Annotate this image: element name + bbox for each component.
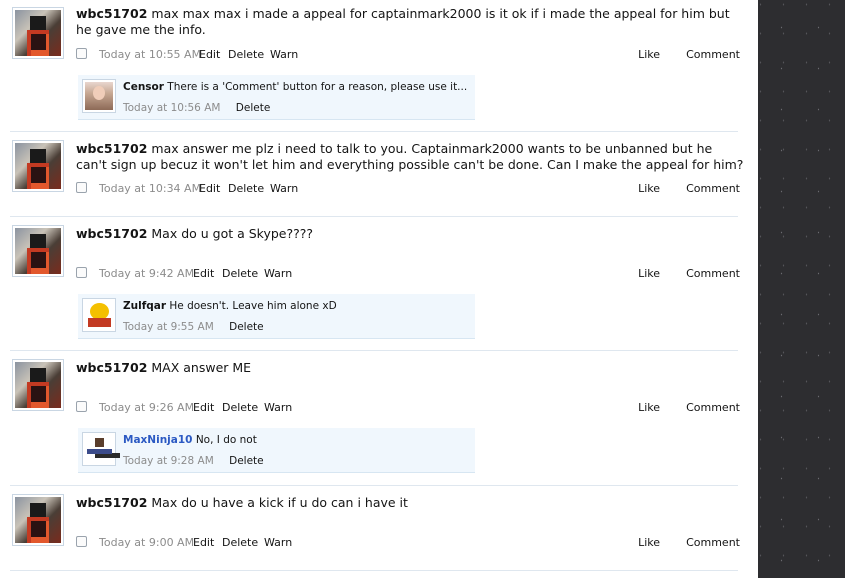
avatar[interactable]	[82, 298, 116, 332]
edit-link[interactable]: Edit	[193, 401, 214, 414]
warn-link[interactable]: Warn	[264, 267, 292, 280]
edit-link[interactable]: Edit	[193, 267, 214, 280]
profile-post-feed: wbc51702 max max max i made a appeal for…	[0, 0, 758, 578]
edit-link[interactable]: Edit	[199, 182, 220, 195]
post-text: Max do u got a Skype????	[151, 226, 314, 241]
reply-content: Censor There is a 'Comment' button for a…	[123, 81, 467, 94]
avatar[interactable]	[82, 432, 116, 466]
post-timestamp[interactable]: Today at 10:55 AM	[99, 48, 201, 61]
post-message: wbc51702 max max max i made a appeal for…	[76, 6, 744, 38]
avatar[interactable]	[12, 7, 64, 59]
post-username[interactable]: wbc51702	[76, 495, 147, 510]
post-message: wbc51702 Max do u have a kick if u do ca…	[76, 495, 744, 511]
edit-link[interactable]: Edit	[199, 48, 220, 61]
profile-post: wbc51702 max answer me plz i need to tal…	[0, 133, 758, 217]
select-checkbox[interactable]	[76, 401, 87, 412]
profile-post: wbc51702 max max max i made a appeal for…	[0, 0, 758, 132]
reply-timestamp[interactable]: Today at 9:28 AM	[123, 455, 214, 467]
post-message: wbc51702 Max do u got a Skype????	[76, 226, 744, 242]
post-meta: Today at 10:55 AM Edit Delete Warn Like …	[76, 47, 740, 63]
reply-timestamp[interactable]: Today at 10:56 AM	[123, 102, 220, 114]
post-text: max answer me plz i need to talk to you.…	[76, 141, 744, 172]
select-checkbox[interactable]	[76, 267, 87, 278]
post-timestamp[interactable]: Today at 9:42 AM	[99, 267, 194, 280]
reply-delete-link[interactable]: Delete	[236, 102, 271, 114]
avatar[interactable]	[12, 140, 64, 192]
post-username[interactable]: wbc51702	[76, 6, 147, 21]
post-text: MAX answer ME	[151, 360, 252, 375]
like-link[interactable]: Like	[638, 536, 660, 549]
post-meta: Today at 9:26 AM Edit Delete Warn Like C…	[76, 400, 740, 416]
avatar[interactable]	[12, 225, 64, 277]
post-timestamp[interactable]: Today at 9:26 AM	[99, 401, 194, 414]
delete-link[interactable]: Delete	[222, 536, 258, 549]
select-checkbox[interactable]	[76, 182, 87, 193]
post-meta: Today at 9:00 AM Edit Delete Warn Like C…	[76, 535, 740, 551]
comment-reply: Zulfqar He doesn't. Leave him alone xD T…	[78, 294, 475, 339]
avatar[interactable]	[12, 359, 64, 411]
reply-username[interactable]: MaxNinja10	[123, 434, 192, 446]
warn-link[interactable]: Warn	[270, 182, 298, 195]
post-username[interactable]: wbc51702	[76, 360, 147, 375]
profile-post: wbc51702 MAX answer ME Today at 9:26 AM …	[0, 352, 758, 486]
edit-link[interactable]: Edit	[193, 536, 214, 549]
post-timestamp[interactable]: Today at 10:34 AM	[99, 182, 201, 195]
reply-meta: Today at 10:56 AM Delete	[123, 102, 270, 114]
avatar[interactable]	[82, 79, 116, 113]
delete-link[interactable]: Delete	[228, 182, 264, 195]
reply-delete-link[interactable]: Delete	[229, 321, 264, 333]
reply-content: MaxNinja10 No, I do not	[123, 434, 257, 447]
post-username[interactable]: wbc51702	[76, 226, 147, 241]
delete-link[interactable]: Delete	[228, 48, 264, 61]
warn-link[interactable]: Warn	[264, 536, 292, 549]
like-link[interactable]: Like	[638, 182, 660, 195]
reply-text: He doesn't. Leave him alone xD	[169, 300, 337, 312]
warn-link[interactable]: Warn	[270, 48, 298, 61]
like-link[interactable]: Like	[638, 267, 660, 280]
reply-content: Zulfqar He doesn't. Leave him alone xD	[123, 300, 337, 313]
post-username[interactable]: wbc51702	[76, 141, 147, 156]
reply-username[interactable]: Censor	[123, 81, 164, 93]
reply-text: No, I do not	[195, 434, 257, 446]
comment-link[interactable]: Comment	[686, 48, 740, 61]
post-message: wbc51702 MAX answer ME	[76, 360, 744, 376]
reply-meta: Today at 9:28 AM Delete	[123, 455, 264, 467]
post-message: wbc51702 max answer me plz i need to tal…	[76, 141, 744, 173]
delete-link[interactable]: Delete	[222, 267, 258, 280]
like-link[interactable]: Like	[638, 48, 660, 61]
profile-post: wbc51702 Max do u have a kick if u do ca…	[0, 487, 758, 571]
post-meta: Today at 10:34 AM Edit Delete Warn Like …	[76, 181, 740, 197]
select-checkbox[interactable]	[76, 536, 87, 547]
reply-meta: Today at 9:55 AM Delete	[123, 321, 264, 333]
comment-reply: Censor There is a 'Comment' button for a…	[78, 75, 475, 120]
avatar[interactable]	[12, 494, 64, 546]
profile-post: wbc51702 Max do u got a Skype???? Today …	[0, 218, 758, 351]
reply-text: There is a 'Comment' button for a reason…	[167, 81, 468, 93]
warn-link[interactable]: Warn	[264, 401, 292, 414]
comment-link[interactable]: Comment	[686, 182, 740, 195]
reply-delete-link[interactable]: Delete	[229, 455, 264, 467]
post-meta: Today at 9:42 AM Edit Delete Warn Like C…	[76, 266, 740, 282]
delete-link[interactable]: Delete	[222, 401, 258, 414]
post-text: max max max i made a appeal for captainm…	[76, 6, 730, 37]
comment-link[interactable]: Comment	[686, 267, 740, 280]
page-background-panel	[758, 0, 845, 578]
post-timestamp[interactable]: Today at 9:00 AM	[99, 536, 194, 549]
comment-link[interactable]: Comment	[686, 401, 740, 414]
comment-link[interactable]: Comment	[686, 536, 740, 549]
select-checkbox[interactable]	[76, 48, 87, 59]
reply-username[interactable]: Zulfqar	[123, 300, 166, 312]
post-text: Max do u have a kick if u do can i have …	[151, 495, 408, 510]
like-link[interactable]: Like	[638, 401, 660, 414]
reply-timestamp[interactable]: Today at 9:55 AM	[123, 321, 214, 333]
comment-reply: MaxNinja10 No, I do not Today at 9:28 AM…	[78, 428, 475, 473]
